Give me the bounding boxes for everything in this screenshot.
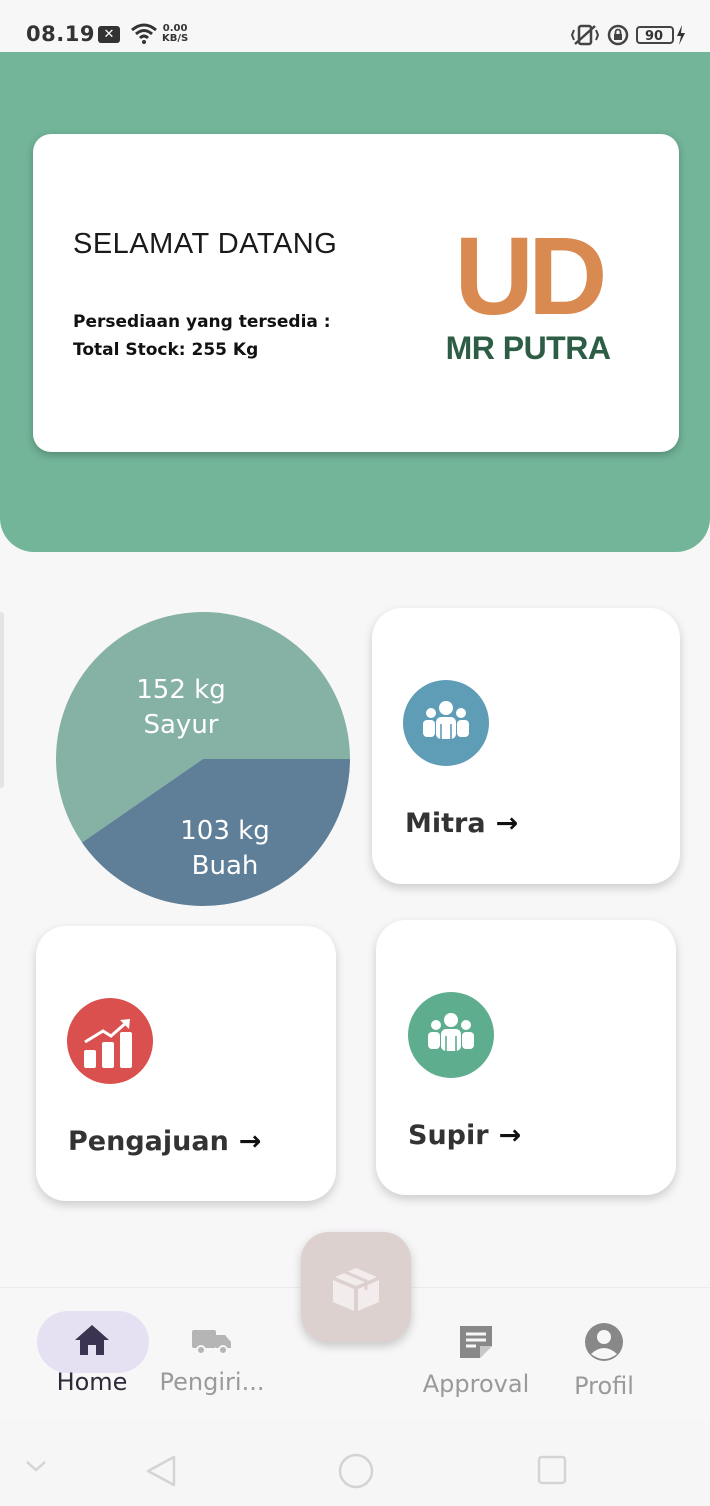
chart-growth-icon [67,998,153,1084]
nav-home[interactable]: Home [44,1322,140,1396]
pengajuan-card[interactable]: Pengajuan → [36,926,336,1201]
pie-label-sayur-value: 152 kg [136,675,225,705]
nav-approval-label: Approval [422,1370,530,1398]
logo-ud: UD [454,215,608,338]
welcome-title: SELAMAT DATANG [73,228,338,260]
supir-icon-circle [408,992,494,1078]
mitra-label-text: Mitra [405,808,486,839]
pengajuan-label-text: Pengajuan [68,1126,229,1157]
welcome-card: SELAMAT DATANG Persediaan yang tersedia … [33,134,679,452]
charging-icon [677,25,685,45]
supir-card[interactable]: Supir → [376,920,676,1195]
pengajuan-icon-circle [67,998,153,1084]
arrow-right-icon: → [238,1126,262,1157]
arrow-right-icon: → [495,808,519,839]
vibrate-icon [570,24,600,46]
total-stock: Total Stock: 255 Kg [73,340,259,360]
logo-name: MR PUTRA [445,330,611,366]
mitra-card[interactable]: Mitra → [372,608,680,884]
approval-document-icon [460,1326,492,1358]
nav-home-label: Home [56,1368,128,1396]
pengajuan-label: Pengajuan → [68,1126,261,1157]
mitra-label: Mitra → [405,808,518,839]
truck-icon [192,1330,231,1355]
stock-pie-chart: 152 kg Sayur 103 kg Buah [56,612,351,906]
nav-profil-label: Profil [574,1372,634,1400]
nav-pengiriman[interactable]: Pengiri... [152,1322,272,1396]
pie-label-buah-value: 103 kg [180,816,269,846]
profile-icon [585,1323,623,1361]
arrow-right-icon: → [498,1120,522,1151]
system-navigation-bar [0,1420,710,1506]
pie-label-buah-name: Buah [192,851,259,881]
notification-icon: ✕ [98,26,120,43]
group-icon [408,992,494,1078]
back-icon[interactable] [144,1454,178,1488]
box-icon [333,1268,379,1311]
wifi-icon [131,23,157,44]
group-icon [403,680,489,766]
battery-indicator: 90 [636,26,674,44]
supir-label-text: Supir [408,1120,489,1151]
network-speed: 0.00 KB/S [162,24,188,44]
chevron-down-icon[interactable] [24,1458,48,1474]
company-logo: UD MR PUTRA [428,215,628,367]
stock-label: Persediaan yang tersedia : [73,312,331,332]
rotation-lock-icon [607,24,629,46]
nav-pengiriman-label: Pengiri... [159,1368,265,1396]
inventory-fab[interactable] [301,1232,411,1342]
nav-approval[interactable]: Approval [414,1322,538,1398]
pie-label-sayur-name: Sayur [144,710,219,740]
status-bar: 08.19 ✕ 0.00 KB/S 90 [0,0,710,52]
recents-icon[interactable] [536,1454,568,1486]
nav-profil[interactable]: Profil [562,1322,646,1400]
speed-unit: KB/S [162,33,189,44]
status-time: 08.19 [26,22,95,46]
home-icon [75,1325,109,1355]
supir-label: Supir → [408,1120,521,1151]
edge-panel-handle[interactable] [0,612,4,788]
home-circle-icon[interactable] [337,1452,375,1490]
mitra-icon-circle [403,680,489,766]
